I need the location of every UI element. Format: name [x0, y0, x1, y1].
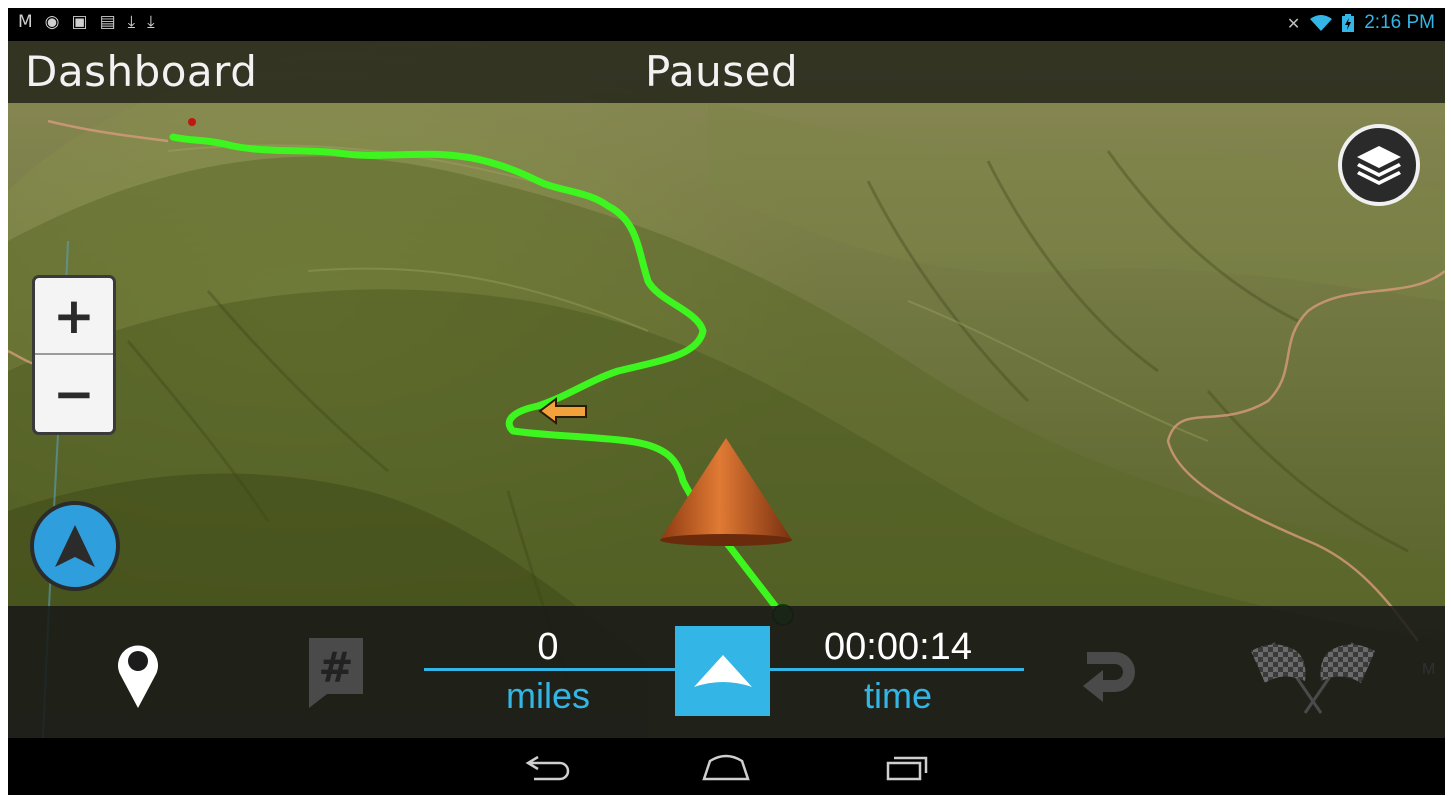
hashtag-icon: # — [309, 638, 363, 708]
download-icon: ⤓ — [147, 12, 155, 32]
center-map-button[interactable] — [675, 626, 770, 716]
download-icon: ⤓ — [127, 12, 136, 32]
finish-button[interactable] — [1242, 636, 1384, 716]
page-title[interactable]: Dashboard — [25, 47, 257, 96]
title-bar: Dashboard Paused — [8, 41, 1445, 103]
system-nav-bar — [8, 738, 1445, 795]
checkered-flags-icon — [1251, 642, 1375, 714]
time-stat: 00:00:14 time — [798, 628, 998, 714]
back-icon — [525, 755, 570, 781]
recent-apps-icon — [886, 756, 928, 781]
locate-me-button[interactable] — [30, 501, 120, 591]
image-icon: ▣ — [71, 12, 88, 32]
hashtag-button[interactable]: # — [304, 636, 368, 710]
status-clock: 2:16 PM — [1364, 12, 1435, 33]
time-value: 00:00:14 — [824, 626, 972, 668]
map-pin-icon — [118, 645, 158, 708]
add-waypoint-button[interactable] — [108, 636, 168, 712]
position-marker-icon — [660, 438, 792, 546]
distance-value: 0 — [537, 626, 559, 668]
recent-apps-button[interactable] — [880, 750, 932, 784]
back-button[interactable] — [522, 750, 574, 784]
reverse-route-button[interactable] — [1080, 640, 1142, 706]
distance-stat: 0 miles — [478, 628, 618, 714]
zoom-out-button[interactable]: − — [35, 355, 113, 432]
home-button[interactable] — [700, 750, 752, 784]
plus-icon: + — [53, 286, 95, 345]
gmail-icon: M — [18, 12, 33, 32]
zoom-in-button[interactable]: + — [35, 278, 113, 355]
bottom-toolbar: # 0 miles 00:00:14 time — [8, 606, 1445, 738]
layers-button[interactable] — [1338, 124, 1420, 206]
recording-status: Paused — [645, 47, 799, 96]
svg-text:#: # — [318, 643, 353, 692]
navigation-arrow-icon — [55, 525, 95, 567]
layers-icon — [1357, 146, 1401, 185]
chevron-up-icon — [693, 655, 752, 687]
distance-label: miles — [505, 675, 590, 716]
sd-card-icon: ▤ — [99, 12, 116, 32]
direction-arrow-icon — [538, 397, 587, 425]
time-label: time — [863, 675, 932, 716]
wifi-icon — [1310, 14, 1333, 31]
gps-icon: ◉ — [44, 12, 60, 32]
mute-icon: ✕ — [1286, 13, 1301, 33]
minus-icon: − — [53, 364, 95, 423]
status-bar: M ◉ ▣ ▤ ⤓ ⤓ ✕ 2:16 PM — [8, 8, 1445, 41]
home-icon — [702, 754, 750, 781]
app-screen: M + − Dashboar — [8, 8, 1445, 795]
battery-icon — [1342, 14, 1355, 32]
zoom-control: + − — [32, 275, 116, 435]
u-turn-icon — [1083, 652, 1135, 702]
